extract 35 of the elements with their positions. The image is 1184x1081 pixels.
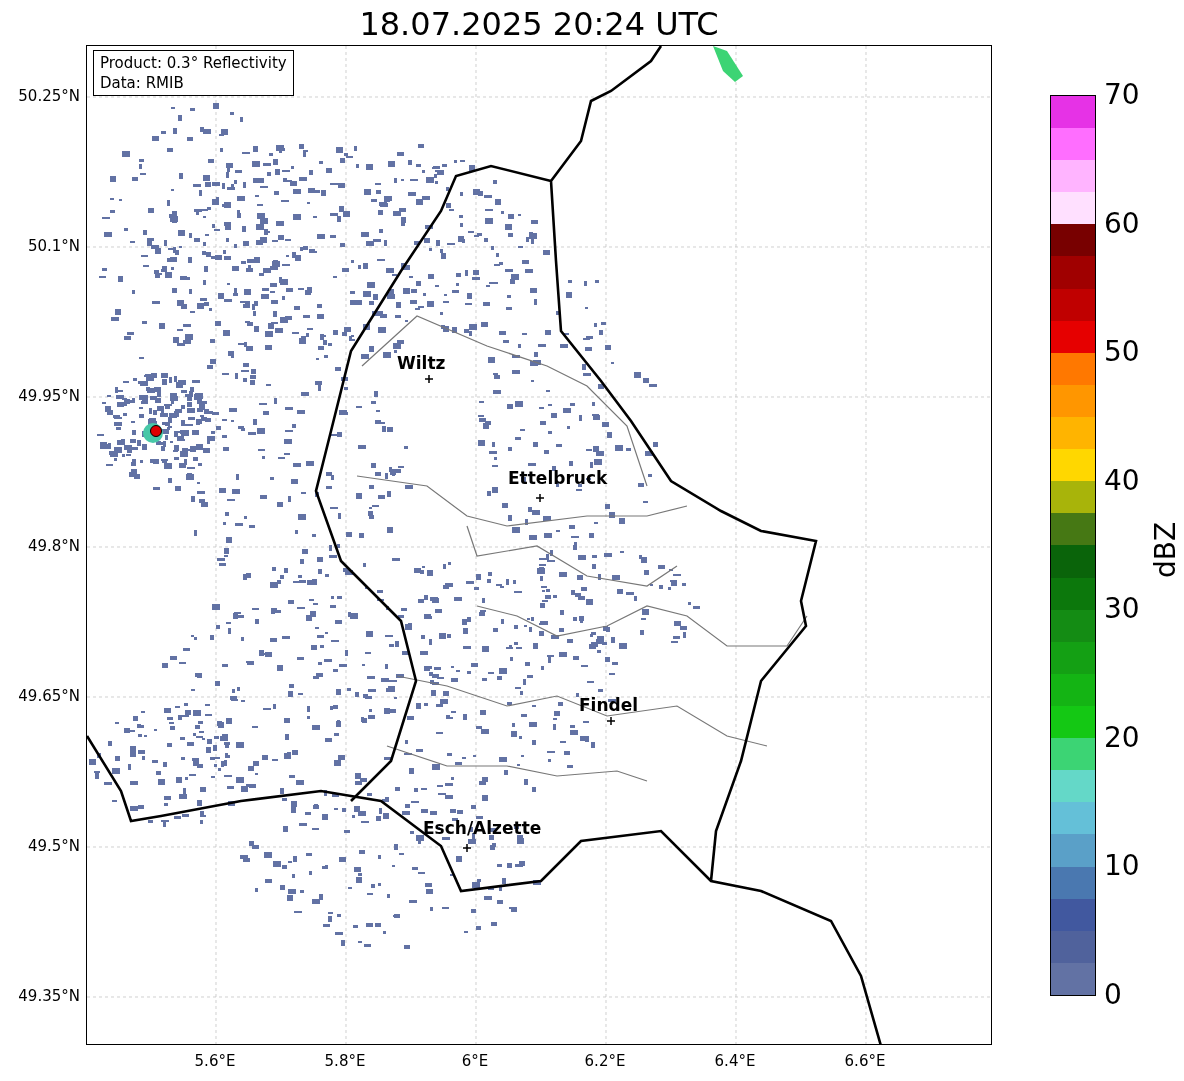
axis-tick-label: 6°E xyxy=(460,1052,490,1070)
axis-tick-label: 49.8°N xyxy=(26,537,80,555)
city-label: Wiltz xyxy=(397,353,446,373)
city-label: Findel xyxy=(579,695,639,715)
axis-tick-label: 49.5°N xyxy=(26,837,80,855)
radar-site-icon xyxy=(143,423,163,443)
colorbar-tick-label: 70 xyxy=(1104,79,1140,111)
axis-tick-label: 6.4°E xyxy=(713,1052,757,1070)
axis-tick-label: 5.8°E xyxy=(323,1052,367,1070)
city-marker-icon xyxy=(462,843,472,853)
city-label: Esch/Alzette xyxy=(423,818,542,838)
colorbar-tick-label: 10 xyxy=(1104,850,1140,883)
axis-tick-label: 49.95°N xyxy=(17,387,80,405)
city-marker-icon xyxy=(424,374,434,384)
axis-tick-label: 6.2°E xyxy=(583,1052,627,1070)
chart-title: 18.07.2025 20:24 UTC xyxy=(359,4,719,44)
legend-text: Product: 0.3° Reflectivity xyxy=(100,53,287,73)
city-marker-icon xyxy=(606,716,616,726)
colorbar-label: dBZ xyxy=(1148,521,1183,579)
city-marker-icon xyxy=(535,493,545,503)
colorbar-tick-label: 60 xyxy=(1104,207,1140,240)
axis-tick-label: 50.25°N xyxy=(17,87,80,105)
colorbar-tick-label: 0 xyxy=(1104,979,1122,1011)
axis-tick-label: 50.1°N xyxy=(26,237,80,255)
colorbar-tick-label: 20 xyxy=(1104,721,1140,754)
colorbar-tick-label: 40 xyxy=(1104,464,1140,497)
axis-tick-label: 6.6°E xyxy=(843,1052,887,1070)
colorbar-tick-label: 50 xyxy=(1104,336,1140,369)
colorbar-tick-label: 30 xyxy=(1104,593,1140,626)
axis-tick-label: 5.6°E xyxy=(193,1052,237,1070)
axis-tick-label: 49.65°N xyxy=(17,687,80,705)
city-label: Ettelbruck xyxy=(508,468,608,488)
axis-tick-label: 49.35°N xyxy=(17,987,80,1005)
echo-cell-drawing xyxy=(713,46,743,82)
legend-text: Data: RMIB xyxy=(100,73,185,93)
